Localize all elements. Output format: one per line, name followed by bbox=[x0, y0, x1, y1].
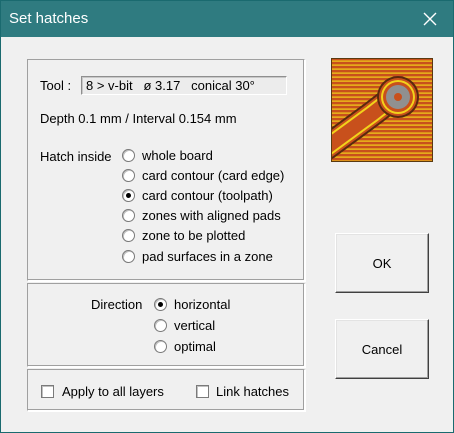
link-hatches-label: Link hatches bbox=[216, 384, 289, 399]
hatch-radio-whole-board[interactable] bbox=[122, 149, 135, 162]
tool-field: 8 > v-bit ø 3.17 conical 30° bbox=[81, 76, 287, 95]
hatch-radio-card-edge[interactable] bbox=[122, 169, 135, 182]
hatch-option-label: pad surfaces in a zone bbox=[142, 249, 273, 264]
direction-option-label: horizontal bbox=[174, 297, 231, 312]
window-title: Set hatches bbox=[9, 10, 89, 27]
depth-interval-text: Depth 0.1 mm / Interval 0.154 mm bbox=[40, 111, 237, 126]
title-bar: Set hatches bbox=[1, 1, 453, 37]
hatch-inside-label: Hatch inside bbox=[40, 149, 112, 164]
ok-button[interactable]: OK bbox=[335, 233, 429, 293]
direction-option-label: optimal bbox=[174, 339, 216, 354]
hatch-radio-card-toolpath[interactable] bbox=[122, 189, 135, 202]
direction-radio-vertical[interactable] bbox=[154, 319, 167, 332]
hatch-preview-image bbox=[331, 58, 433, 162]
apply-all-layers-label: Apply to all layers bbox=[62, 384, 164, 399]
direction-label: Direction bbox=[91, 297, 143, 312]
direction-radio-horizontal[interactable] bbox=[154, 298, 167, 311]
close-button[interactable] bbox=[407, 1, 453, 37]
direction-radio-optimal[interactable] bbox=[154, 340, 167, 353]
hatch-option-label: zone to be plotted bbox=[142, 228, 246, 243]
cancel-button[interactable]: Cancel bbox=[335, 319, 429, 379]
hatch-option-label: card contour (toolpath) bbox=[142, 188, 273, 203]
hatch-radio-aligned-pads[interactable] bbox=[122, 209, 135, 222]
close-icon bbox=[423, 12, 437, 26]
apply-all-layers-checkbox[interactable] bbox=[41, 385, 54, 398]
tool-label: Tool : bbox=[40, 78, 72, 93]
hatch-option-label: card contour (card edge) bbox=[142, 168, 285, 183]
direction-option-label: vertical bbox=[174, 318, 216, 333]
hatch-radio-pad-surfaces[interactable] bbox=[122, 250, 135, 263]
set-hatches-dialog: Set hatches Tool : 8 > v-bit ø 3.17 coni… bbox=[0, 0, 454, 433]
hatch-radio-zone-plotted[interactable] bbox=[122, 229, 135, 242]
hatch-option-label: whole board bbox=[142, 148, 213, 163]
link-hatches-checkbox[interactable] bbox=[196, 385, 209, 398]
hatch-option-label: zones with aligned pads bbox=[142, 208, 281, 223]
